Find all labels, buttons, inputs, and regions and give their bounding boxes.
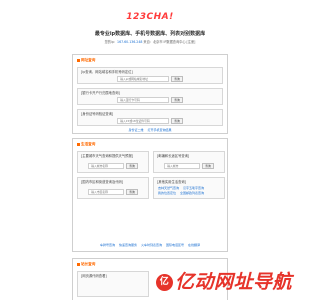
ip-value: 167.60.136.248 xyxy=(117,40,143,44)
weather-query-label: [主要城市天气查询和提供天气预报] xyxy=(81,154,134,158)
ip-prefix: 您的ip： xyxy=(104,40,118,44)
ip-query-block: [ip查询、网站域名和手机号码定位] 查询 xyxy=(77,67,223,84)
other-life-links: 吉林天然气查询 汉字五笔字查询 我的位置定位 全国邮政列表查询 xyxy=(158,186,222,195)
link-postal-list[interactable]: 全国邮政列表查询 xyxy=(180,191,204,195)
idcard-query-label: [身份证号码验证查询] xyxy=(81,112,114,116)
ip-query-button[interactable]: 查询 xyxy=(171,76,183,82)
link-translate[interactable]: 在线翻译 xyxy=(188,243,200,247)
weather-query-block: [主要城市天气查询和提供天气预报] 查询 xyxy=(77,151,149,173)
other-life-query-block: [其他实用生活查询] 吉林天然气查询 汉字五笔字查询 我的位置定位 全国邮政列表… xyxy=(153,177,225,199)
link-train[interactable]: 火车时刻表查询 xyxy=(141,243,162,247)
ip-query-label: [ip查询、网站域名和手机号码定位] xyxy=(81,70,133,74)
weather-query-input[interactable] xyxy=(88,163,125,169)
link-gas[interactable]: 吉林天然气查询 xyxy=(158,186,179,190)
link-mobile-results[interactable]: 打开手机查询结果 xyxy=(148,128,172,132)
idcard-query-button[interactable]: 查询 xyxy=(171,118,183,124)
district-query-button[interactable]: 查询 xyxy=(126,189,138,195)
postcode-query-label: [邮编和长途区号查询] xyxy=(157,154,190,158)
bankcard-query-input[interactable] xyxy=(117,97,170,103)
ip-query-panel: 网址查询 [ip查询、网站域名和手机号码定位] 查询 [银行卡开户行归属地查询]… xyxy=(72,54,228,134)
link-wubi[interactable]: 汉字五笔字查询 xyxy=(183,186,204,190)
site-logo[interactable]: 123CHA! xyxy=(116,10,184,24)
client-ip-line: 您的ip：167.60.136.248 来自：北京市 IP数据查询中心 [注册] xyxy=(0,39,300,44)
postcode-query-button[interactable]: 查询 xyxy=(202,163,214,169)
bankcard-query-button[interactable]: 查询 xyxy=(171,97,183,103)
life-query-panel: 生活查询 [主要城市天气查询和提供天气预报] 查询 [邮编和长途区号查询] 查询… xyxy=(72,138,228,252)
weather-query-button[interactable]: 查询 xyxy=(126,163,138,169)
link-intl-code[interactable]: 国际电话区号 xyxy=(166,243,184,247)
link-express[interactable]: 快递查询服务 xyxy=(119,243,137,247)
source-view-block: [网页源代码查看] xyxy=(77,271,149,297)
footer-brand-logo[interactable]: 亿亿动网址导航 xyxy=(155,267,292,294)
district-query-label: [国内市区和街道查询及代码] xyxy=(81,180,124,184)
source-view-label: [网页源代码查看] xyxy=(81,274,107,278)
section-title-ip: 网址查询 xyxy=(77,58,95,63)
idcard-query-input[interactable] xyxy=(117,118,170,124)
ip-suffix: 来自：北京市 IP数据查询中心 [注册] xyxy=(143,40,196,44)
section-title-webmaster: 站长查询 xyxy=(77,262,95,267)
section-title-life: 生活查询 xyxy=(77,142,95,147)
ip-section-links: 身份证二维 打开手机查询结果 xyxy=(73,128,227,132)
link-plate[interactable]: 车牌号查询 xyxy=(100,243,115,247)
brand-mark-icon: 亿 xyxy=(155,274,173,291)
bankcard-query-block: [银行卡开户行归属地查询] 查询 xyxy=(77,88,223,105)
postcode-query-input[interactable] xyxy=(164,163,201,169)
bankcard-query-label: [银行卡开户行归属地查询] xyxy=(81,91,120,95)
other-life-query-label: [其他实用生活查询] xyxy=(157,180,186,184)
link-idcard-2d[interactable]: 身份证二维 xyxy=(128,128,143,132)
district-query-block: [国内市区和街道查询及代码] 查询 xyxy=(77,177,149,199)
site-subtitle: 最专业ip数据库、手机号数据库、列表对别数据库 xyxy=(94,31,206,37)
idcard-query-block: [身份证号码验证查询] 查询 xyxy=(77,109,223,126)
link-location[interactable]: 我的位置定位 xyxy=(158,191,176,195)
footer-brand-text: 亿动网址导航 xyxy=(174,271,292,293)
ip-query-input[interactable] xyxy=(117,76,170,82)
postcode-query-block: [邮编和长途区号查询] 查询 xyxy=(153,151,225,173)
district-query-input[interactable] xyxy=(88,189,125,195)
life-section-links: 车牌号查询 快递查询服务 火车时刻表查询 国际电话区号 在线翻译 xyxy=(73,243,227,247)
